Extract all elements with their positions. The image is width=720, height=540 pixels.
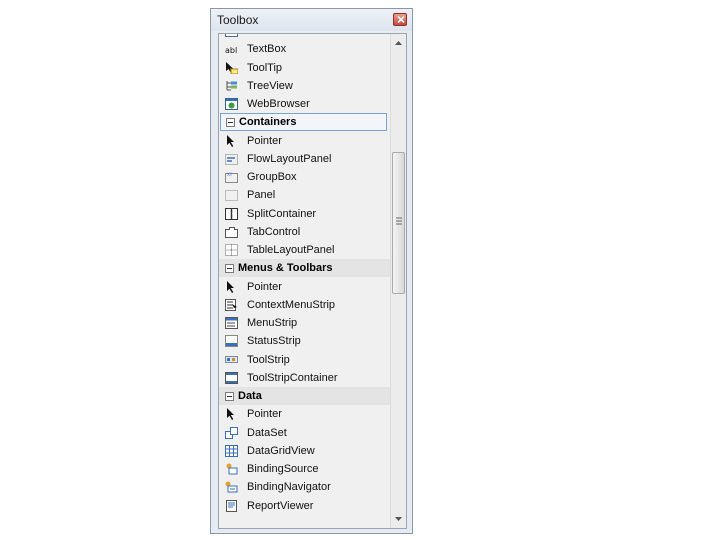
bindingsource-icon (226, 463, 238, 475)
category-label: Menus & Toolbars (238, 262, 333, 275)
tablelayoutpanel-icon (225, 244, 238, 256)
category-header[interactable]: Data (219, 387, 390, 405)
panel-icon (225, 190, 238, 202)
toolbox-item[interactable]: ContextMenuStrip (219, 296, 390, 314)
collapse-toggle-icon[interactable] (225, 264, 234, 274)
toolbox-item[interactable]: ToolStripContainer (219, 369, 390, 387)
toolstrip-icon (225, 355, 238, 363)
toolbox-item-label: WebBrowser (247, 98, 310, 110)
vertical-scrollbar[interactable] (390, 34, 406, 528)
toolbox-item[interactable]: ReportViewer (219, 497, 390, 515)
toolbox-item-label: RichTextBox (247, 34, 308, 40)
richtextbox-icon (225, 34, 238, 37)
toolbox-item[interactable]: StatusStrip (219, 332, 390, 350)
scroll-down-arrow-icon[interactable] (394, 515, 403, 523)
toolbox-item-label: TabControl (247, 225, 301, 238)
toolbox-item-label: Pointer (247, 134, 282, 147)
textbox-icon: abl (225, 46, 237, 55)
dataset-icon (225, 426, 238, 439)
collapse-toggle-icon[interactable] (225, 392, 234, 401)
toolbox-item-label: TreeView (247, 79, 293, 92)
toolbox-item-label: ToolStrip (247, 353, 290, 366)
toolstripcontainer-icon (225, 371, 238, 384)
toolbox-item[interactable]: ToolStrip (219, 351, 390, 369)
menustrip-icon (225, 317, 238, 329)
toolbox-item[interactable]: abl TextBox (219, 40, 390, 58)
toolbox-item[interactable]: DataGridView (219, 442, 390, 460)
treeview-icon (226, 80, 237, 91)
svg-text:abl: abl (225, 46, 237, 55)
category-header[interactable]: Containers (220, 113, 387, 132)
toolbox-item-label: BindingNavigator (247, 481, 331, 494)
scroll-thumb[interactable] (392, 152, 405, 294)
tabcontrol-icon (225, 226, 238, 238)
toolbox-item[interactable]: WebBrowser (219, 95, 390, 113)
toolbox-item[interactable]: SplitContainer (219, 205, 390, 223)
toolbox-item-label: ToolStripContainer (247, 371, 338, 384)
toolbox-item[interactable]: Pointer (219, 132, 390, 150)
toolbox-item[interactable]: RichTextBox (219, 34, 390, 40)
flowlayoutpanel-icon (225, 153, 238, 165)
toolbox-item[interactable]: Pointer (219, 278, 390, 296)
reportviewer-icon (226, 499, 237, 512)
statusstrip-icon (225, 335, 238, 348)
groupbox-icon: XY (225, 172, 238, 183)
toolbox-list-frame: RichTextBox abl TextBox ToolTip TreeView WebB… (218, 33, 407, 529)
collapse-toggle-icon[interactable] (226, 118, 235, 128)
toolbox-item-label: Pointer (247, 408, 282, 421)
toolbox-item[interactable]: XY GroupBox (219, 168, 390, 186)
toolbox-item[interactable]: Panel (219, 186, 390, 204)
category-header[interactable]: Menus & Toolbars (219, 259, 390, 278)
category-label: Containers (239, 116, 297, 129)
toolbox-item-label: Panel (247, 189, 276, 202)
toolbox-item-label: FlowLayoutPanel (247, 152, 332, 165)
webbrowser-icon (225, 98, 238, 110)
toolbox-item[interactable]: DataSet (219, 424, 390, 442)
pointer-icon (227, 134, 234, 147)
toolbox-item[interactable]: Pointer (219, 405, 390, 423)
toolbox-item-label: BindingSource (247, 463, 319, 475)
toolbox-item-label: GroupBox (247, 171, 297, 183)
tooltip-icon (226, 61, 238, 74)
close-icon (397, 16, 405, 23)
toolbox-item-label: SplitContainer (247, 207, 317, 220)
title-bar[interactable]: Toolbox (211, 9, 412, 31)
toolbox-list[interactable]: RichTextBox abl TextBox ToolTip TreeView WebB… (219, 34, 390, 528)
scroll-up-arrow-icon[interactable] (394, 39, 403, 47)
toolbox-item[interactable]: MenuStrip (219, 314, 390, 332)
toolbox-item-label: ToolTip (247, 61, 283, 74)
scroll-grip-icon (396, 217, 402, 225)
toolbox-item[interactable]: TableLayoutPanel (219, 241, 390, 259)
datagridview-icon (225, 444, 238, 457)
bindingnavigator-icon (225, 481, 238, 493)
toolbox-item-label: DataSet (247, 426, 287, 439)
toolbox-window: Toolbox RichTextBox abl TextBox ToolTip Tree… (210, 8, 413, 534)
toolbox-item[interactable]: TabControl (219, 223, 390, 241)
category-label: Data (238, 390, 262, 402)
window-title: Toolbox (217, 13, 259, 27)
toolbox-item-label: ContextMenuStrip (247, 298, 336, 311)
svg-text:XY: XY (227, 172, 233, 177)
pointer-icon (227, 408, 234, 421)
close-button[interactable] (393, 13, 407, 26)
toolbox-item[interactable]: FlowLayoutPanel (219, 150, 390, 168)
toolbox-item-label: TableLayoutPanel (247, 244, 335, 256)
toolbox-item-label: ReportViewer (247, 499, 314, 512)
pointer-icon (227, 280, 234, 293)
toolbox-item[interactable]: BindingNavigator (219, 478, 390, 496)
toolbox-item-label: TextBox (247, 43, 287, 56)
toolbox-item-label: StatusStrip (247, 335, 301, 348)
toolbox-item[interactable]: BindingSource (219, 460, 390, 478)
toolbox-item[interactable]: TreeView (219, 77, 390, 95)
splitcontainer-icon (225, 207, 238, 220)
toolbox-item-label: MenuStrip (247, 317, 298, 329)
contextmenustrip-icon (225, 298, 237, 311)
toolbox-item-label: DataGridView (247, 444, 315, 457)
toolbox-item-label: Pointer (247, 280, 282, 293)
toolbox-item[interactable]: ToolTip (219, 59, 390, 77)
